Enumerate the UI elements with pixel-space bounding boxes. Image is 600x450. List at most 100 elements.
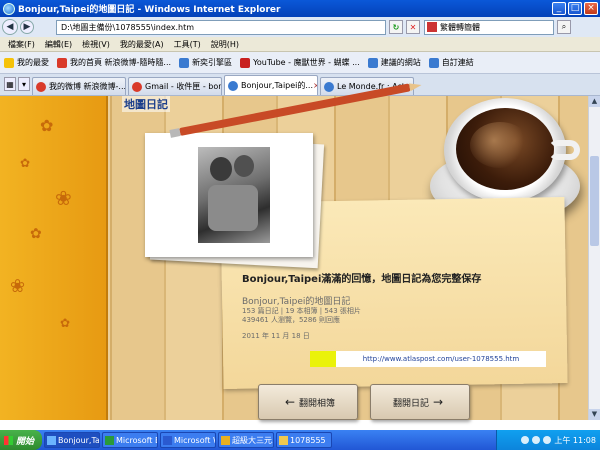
- game-icon: [221, 435, 230, 445]
- menu-edit[interactable]: 編輯(E): [45, 39, 72, 50]
- tray-icon[interactable]: [543, 436, 552, 444]
- ie-page-icon: [179, 57, 190, 68]
- search-placeholder: 繁體轉簡體: [440, 22, 480, 32]
- menu-tools[interactable]: 工具(T): [174, 39, 201, 50]
- vertical-scrollbar[interactable]: ▲ ▼: [588, 96, 600, 420]
- scroll-up-icon[interactable]: ▲: [589, 96, 600, 107]
- back-icon: ◀: [6, 22, 14, 32]
- tab-label: Bonjour,Taipei的...: [241, 81, 314, 90]
- fav-item-weibo-home[interactable]: 我的首頁 新浪微博-隨時隨...: [57, 57, 171, 68]
- fav-item-custom-links[interactable]: 自訂連結: [428, 57, 474, 68]
- visitor-stats: 439461 人瀏覽，5286 則回應: [242, 316, 340, 324]
- flower-icon: ✿: [60, 316, 71, 330]
- window-titlebar: Bonjour,Taipei的地圖日記 - Windows Internet E…: [0, 0, 600, 17]
- forward-button[interactable]: ▶: [20, 20, 34, 34]
- photo-card: [145, 133, 313, 257]
- maximize-button[interactable]: □: [568, 2, 582, 15]
- taskbar-label: 超級大三元...: [232, 435, 274, 445]
- start-button[interactable]: 開始: [0, 430, 42, 450]
- fav-item-youtube[interactable]: YouTube - 魔獸世界 - 蝴蝶 ...: [240, 57, 360, 68]
- flower-icon: ❀: [55, 186, 72, 210]
- menu-favorites[interactable]: 我的最愛(A): [120, 39, 164, 50]
- flower-icon: ❀: [10, 276, 26, 297]
- tray-icon[interactable]: [521, 436, 530, 444]
- excel-icon: [105, 435, 114, 445]
- tab-weibo[interactable]: 我的微博 新浪微博-...: [32, 77, 126, 95]
- scroll-down-icon[interactable]: ▼: [589, 409, 600, 420]
- search-provider-icon: [427, 22, 437, 32]
- taskbar-item-ie[interactable]: Bonjour,Tai...: [44, 432, 100, 448]
- ie-page-icon: [428, 57, 439, 68]
- menu-help[interactable]: 說明(H): [211, 39, 239, 50]
- taskbar-item-folder[interactable]: 1078555: [276, 432, 332, 448]
- close-button[interactable]: ×: [584, 2, 598, 15]
- taskbar-label: Microsoft E...: [116, 435, 157, 445]
- site-logo[interactable]: 地圖日記: [122, 96, 170, 112]
- gmail-icon: [132, 81, 142, 92]
- tab-label: Gmail - 收件匣 - bonj...: [145, 82, 222, 91]
- taskbar-label: 1078555: [290, 435, 326, 445]
- scroll-thumb[interactable]: [590, 156, 599, 246]
- tab-bar: ▦ ▾ 我的微博 新浪微博-... Gmail - 收件匣 - bonj... …: [0, 74, 600, 96]
- fav-item-suggested-sites[interactable]: 建議的網站: [367, 57, 421, 68]
- window-title: Bonjour,Taipei的地圖日記 - Windows Internet E…: [18, 5, 281, 15]
- favorites-label: 我的最愛: [17, 58, 49, 67]
- folder-icon: [279, 435, 288, 445]
- favorites-button[interactable]: 我的最愛: [4, 57, 49, 68]
- fav-label: 我的首頁 新浪微博-隨時隨...: [70, 58, 172, 67]
- arrow-left-icon: ←: [284, 395, 296, 409]
- open-diary-button[interactable]: 翻開日記 →: [370, 384, 470, 420]
- tab-list-button[interactable]: ▾: [18, 77, 30, 91]
- couple-photo: [198, 147, 270, 243]
- fav-label: 建議的網站: [380, 58, 421, 67]
- stop-icon: ✕: [409, 22, 417, 32]
- diary-url-text: http://www.atlaspost.com/user-1078555.ht…: [362, 355, 520, 363]
- ie-icon: [3, 2, 15, 15]
- flower-icon: ✿: [30, 226, 42, 242]
- taskbar-item-excel[interactable]: Microsoft E...: [102, 432, 158, 448]
- refresh-button[interactable]: ↻: [389, 20, 403, 34]
- arrow-right-icon: →: [432, 395, 444, 409]
- cup-handle: [548, 140, 580, 160]
- open-album-button[interactable]: ← 翻開相簿: [258, 384, 358, 420]
- fav-label: 新奕引擎區: [192, 58, 233, 67]
- fav-item-engine[interactable]: 新奕引擎區: [179, 57, 232, 68]
- taskbar-item-word[interactable]: Microsoft W...: [160, 432, 216, 448]
- tab-bonjour-taipei[interactable]: Bonjour,Taipei的... ×: [224, 75, 318, 95]
- brand-text: 地圖日記: [124, 98, 168, 111]
- start-label: 開始: [16, 436, 35, 447]
- menu-view[interactable]: 檢視(V): [82, 39, 110, 50]
- quick-tabs-button[interactable]: ▦: [4, 77, 16, 91]
- address-url: D:\地圖主備份\1078555\index.htm: [61, 22, 194, 32]
- taskbar: 開始 Bonjour,Tai... Microsoft E... Microso…: [0, 430, 600, 450]
- search-icon: ⌕: [561, 22, 567, 31]
- taskbar-label: Microsoft W...: [174, 435, 215, 445]
- address-field[interactable]: D:\地圖主備份\1078555\index.htm: [56, 19, 386, 35]
- ie-icon: [47, 435, 56, 445]
- menu-file[interactable]: 檔案(F): [8, 39, 35, 50]
- tab-close-icon[interactable]: ×: [313, 81, 317, 90]
- back-button[interactable]: ◀: [2, 19, 18, 35]
- diary-date: 2011 年 11 月 18 日: [242, 332, 310, 340]
- windows-icon: [4, 435, 13, 445]
- flower-icon: ✿: [40, 116, 54, 135]
- forward-icon: ▶: [23, 22, 31, 32]
- stop-button[interactable]: ✕: [406, 20, 420, 34]
- fav-label: 自訂連結: [441, 58, 474, 67]
- tab-label: 我的微博 新浪微博-...: [49, 82, 126, 91]
- open-album-label: 翻開相簿: [299, 398, 336, 409]
- ie-page-icon: [324, 81, 334, 92]
- tray-icon[interactable]: [532, 436, 541, 444]
- address-row: ◀ ▶ D:\地圖主備份\1078555\index.htm ↻ ✕ 繁體轉簡體…: [0, 17, 600, 37]
- open-diary-label: 翻開日記: [392, 398, 429, 409]
- search-button[interactable]: ⌕: [557, 20, 571, 34]
- page-headline: Bonjour,Taipei滿滿的回憶，地圖日記為您完整保存: [242, 274, 482, 285]
- decorative-side-panel: ✿ ✿ ❀ ✿ ❀ ✿: [0, 96, 108, 420]
- diary-url-link[interactable]: http://www.atlaspost.com/user-1078555.ht…: [336, 351, 546, 367]
- weibo-icon: [36, 81, 46, 92]
- tab-gmail[interactable]: Gmail - 收件匣 - bonj...: [128, 77, 222, 95]
- minimize-button[interactable]: _: [552, 2, 566, 15]
- search-input[interactable]: 繁體轉簡體: [424, 19, 554, 35]
- taskbar-item-game[interactable]: 超級大三元...: [218, 432, 274, 448]
- menu-bar: 檔案(F) 編輯(E) 檢視(V) 我的最愛(A) 工具(T) 說明(H): [0, 37, 600, 52]
